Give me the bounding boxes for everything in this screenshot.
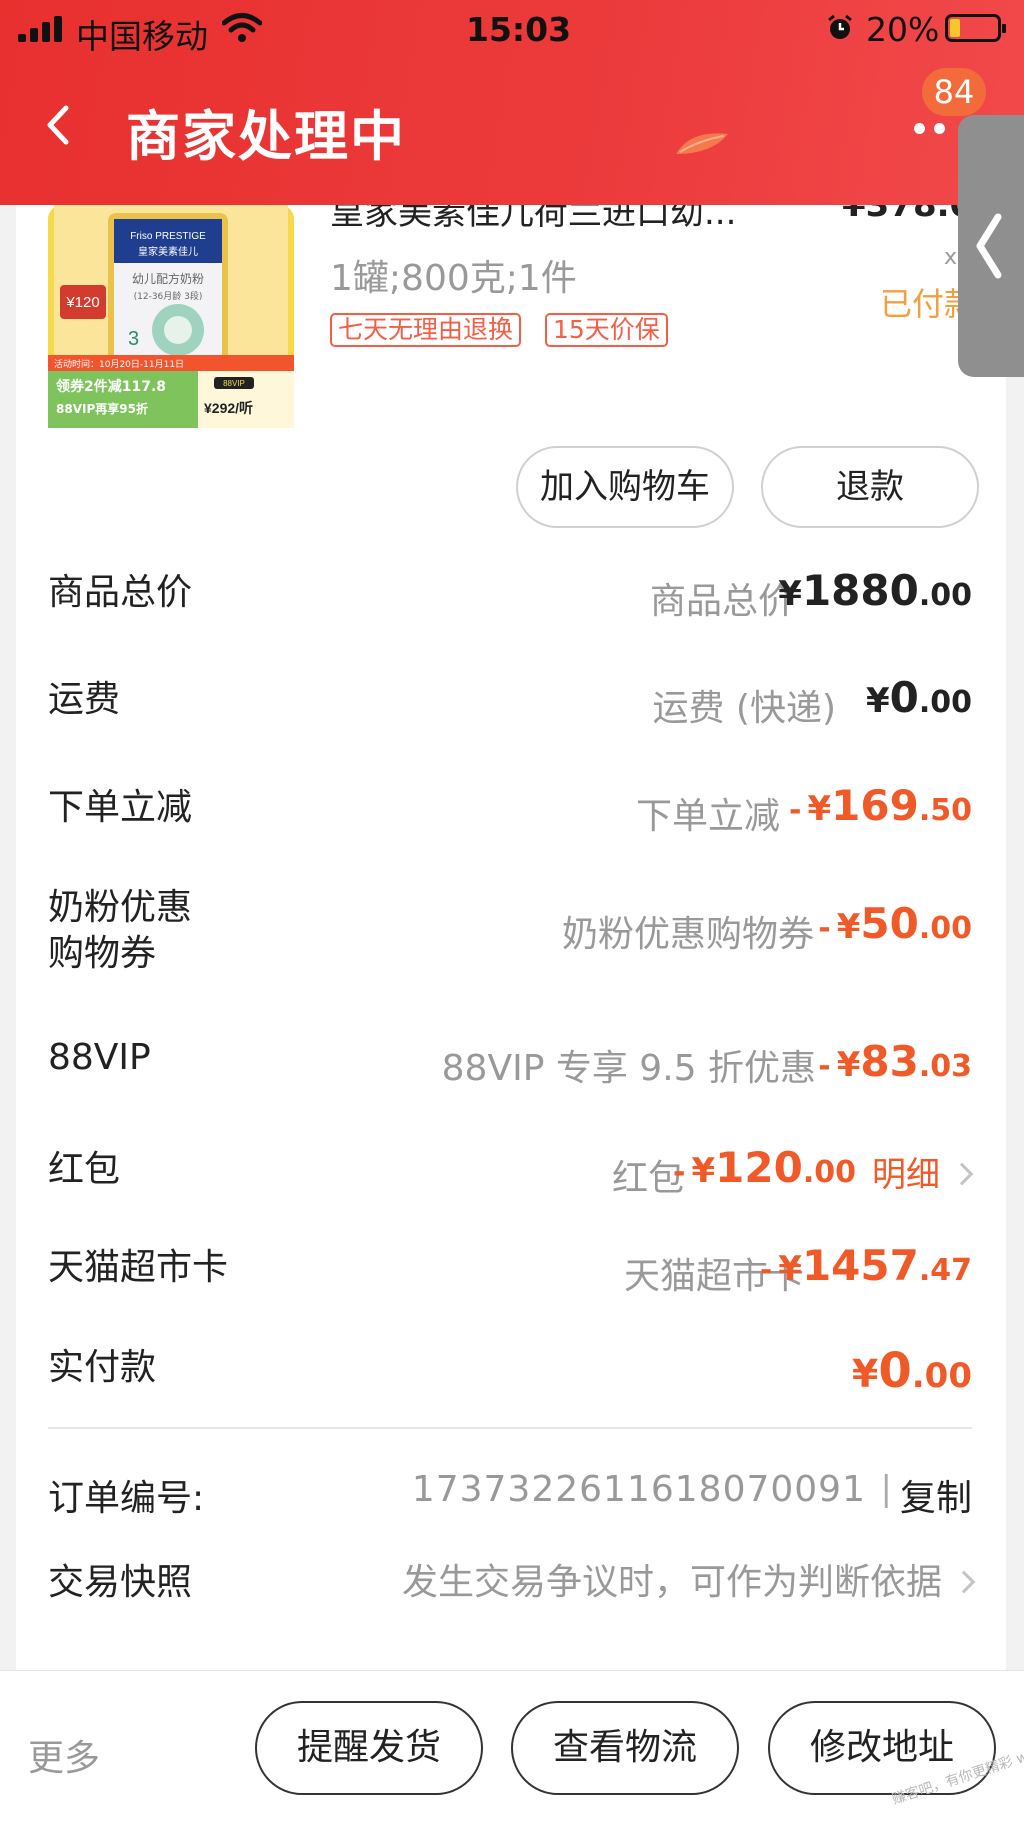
wifi-icon — [222, 13, 262, 42]
row-label: 下单立减 — [48, 787, 193, 828]
price-row-88vip: 88VIP 88VIP 专享 9.5 折优惠 - ¥83.03 — [16, 1025, 1006, 1095]
row-label: 88VIP — [48, 1037, 151, 1078]
product-quantity: x — [944, 245, 958, 270]
add-to-cart-button[interactable]: 加入购物车 — [516, 446, 734, 528]
price-protect-tag: 15天价保 — [545, 313, 668, 347]
row-desc: 88VIP 专享 9.5 折优惠 — [441, 1048, 816, 1089]
order-number: 1737322611618070091 — [411, 1469, 866, 1510]
promo-vip-text: 88VIP再享95折 — [56, 401, 148, 416]
product-price: ¥378.0 — [842, 205, 974, 225]
price-row-milk-coupon: 奶粉优惠 购物券 奶粉优惠购物券 - ¥50.00 — [16, 885, 1006, 995]
price-row-supermarket-card: 天猫超市卡 天猫超市卡 - ¥1457.47 — [16, 1235, 1006, 1305]
view-logistics-button[interactable]: 查看物流 — [511, 1701, 739, 1795]
status-bar: 中国移动 15:03 20% — [0, 0, 1024, 60]
stage-sub-text: (12-36月龄 3段) — [134, 290, 203, 302]
brand-cn-text: 皇家美素佳儿 — [138, 245, 198, 258]
row-amount: - ¥120.00 — [673, 1143, 856, 1192]
trade-snapshot-row[interactable]: 交易快照 发生交易争议时，可作为判断依据 — [16, 1545, 1006, 1605]
promo-date-text: 活动时间：10月20日-11月11日 — [54, 358, 184, 370]
stage-desc-text: 幼儿配方奶粉 — [132, 271, 204, 286]
remind-ship-button[interactable]: 提醒发货 — [255, 1701, 483, 1795]
side-drawer-handle[interactable] — [958, 115, 1024, 377]
nav-header: 中国移动 15:03 20% 商家处理中 84 — [0, 0, 1024, 205]
order-number-label: 订单编号: — [48, 1478, 205, 1519]
row-label: 实付款 — [48, 1347, 157, 1388]
row-label: 天猫超市卡 — [48, 1247, 229, 1288]
battery-icon — [945, 14, 1006, 42]
signal-icon — [18, 16, 66, 42]
clock: 15:03 — [466, 10, 572, 49]
row-amount: ¥0.00 — [865, 673, 972, 722]
price-row-red-packet[interactable]: 红包 红包 - ¥120.00 明细 — [16, 1137, 1006, 1207]
price-row-instant-discount: 下单立减 下单立减 - ¥169.50 — [16, 775, 1006, 845]
price-row-goods-total: 商品总价 商品总价 ¥1880.00 — [16, 560, 1006, 630]
coupon-text: ¥120 — [65, 294, 99, 311]
row-label: 奶粉优惠 购物券 — [48, 887, 193, 974]
refund-button[interactable]: 退款 — [761, 446, 979, 528]
red-packet-detail-link[interactable]: 明细 — [872, 1147, 974, 1196]
row-amount: - ¥50.00 — [818, 899, 972, 948]
row-desc: 运费 (快递) — [652, 688, 836, 729]
chevron-left-icon — [976, 213, 1002, 279]
per-can-tag-text: 88VIP — [223, 379, 245, 388]
row-amount: - ¥1457.47 — [759, 1241, 972, 1290]
per-can-price-text: ¥292/听 — [204, 400, 253, 416]
product-image[interactable]: Friso PRESTIGE 皇家美素佳儿 幼儿配方奶粉 (12-36月龄 3段… — [48, 205, 294, 428]
row-label: 商品总价 — [48, 572, 193, 613]
separator: | — [880, 1469, 892, 1509]
trade-snapshot-hint: 发生交易争议时，可作为判断依据 — [402, 1553, 976, 1605]
carrier-name: 中国移动 — [76, 17, 208, 56]
decorative-leaf-icon — [676, 133, 728, 154]
message-count-badge: 84 — [922, 68, 986, 116]
row-label: 红包 — [48, 1149, 121, 1190]
return-policy-tag: 七天无理由退换 — [330, 313, 522, 347]
trade-snapshot-label: 交易快照 — [48, 1562, 193, 1603]
page-title: 商家处理中 — [126, 105, 406, 168]
price-row-shipping: 运费 运费 (快递) ¥0.00 — [16, 667, 1006, 737]
stage-number: 3 — [128, 328, 139, 350]
divider — [48, 1427, 972, 1429]
product-spec: 1罐;800克;1件 — [330, 258, 577, 299]
product-title[interactable]: 皇家美素佳儿荷兰进口幼... — [330, 205, 736, 234]
actual-paid-amount: ¥0.00 — [851, 1343, 972, 1399]
row-desc: 下单立减 — [635, 796, 780, 837]
chevron-right-icon — [950, 1162, 974, 1186]
more-menu-button[interactable] — [914, 110, 964, 150]
price-row-actual-paid: 实付款 ¥0.00 — [16, 1335, 1006, 1405]
more-actions-button[interactable]: 更多 — [28, 1729, 100, 1781]
row-desc: 奶粉优惠购物券 — [561, 914, 814, 955]
bottom-action-bar: 更多 提醒发货 查看物流 修改地址 赚客吧，有你更精彩 www.zuanke8.… — [0, 1670, 1024, 1821]
promo-main-text: 领券2件减117.8 — [56, 378, 166, 395]
brand-text: Friso PRESTIGE — [130, 231, 206, 242]
row-amount: - ¥169.50 — [789, 781, 972, 830]
copy-order-number-button[interactable]: 复制 — [900, 1469, 972, 1521]
chevron-right-icon — [952, 1570, 976, 1594]
row-amount: - ¥83.03 — [818, 1037, 972, 1086]
row-desc: 商品总价 — [649, 581, 794, 622]
alarm-icon — [828, 14, 852, 39]
back-button[interactable] — [40, 100, 80, 150]
order-number-row: 订单编号: 1737322611618070091 | 复制 — [16, 1461, 1006, 1521]
row-label: 运费 — [48, 679, 121, 720]
row-amount: ¥1880.00 — [778, 566, 972, 615]
order-detail-card: Friso PRESTIGE 皇家美素佳儿 幼儿配方奶粉 (12-36月龄 3段… — [16, 205, 1006, 1670]
battery-percent: 20% — [866, 10, 940, 49]
